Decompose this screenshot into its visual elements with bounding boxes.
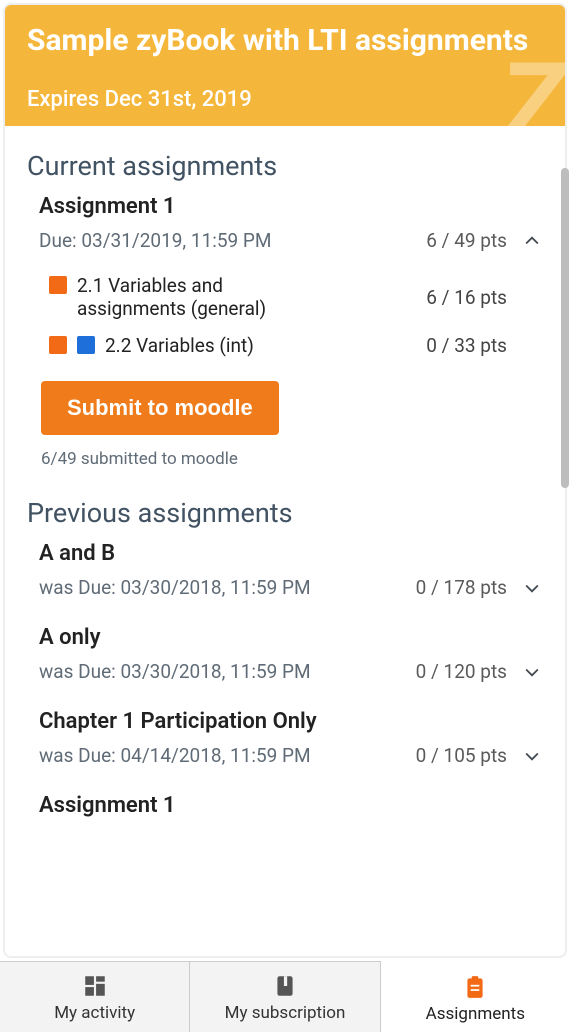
- assignment-item: Assignment 1 Due: 03/31/2019, 11:59 PM 6…: [27, 194, 543, 469]
- subsection-points: 6 / 16 pts: [426, 286, 507, 309]
- assignment-summary-row[interactable]: Due: 03/31/2019, 11:59 PM 6 / 49 pts: [39, 229, 543, 252]
- assignment-item: Chapter 1 Participation Only was Due: 04…: [27, 709, 543, 767]
- tab-label: My activity: [54, 1003, 135, 1023]
- submit-to-moodle-button[interactable]: Submit to moodle: [41, 381, 279, 435]
- subsection-points: 0 / 33 pts: [426, 334, 507, 357]
- course-title: Sample zyBook with LTI assignments: [27, 23, 543, 59]
- chevron-down-icon[interactable]: [521, 661, 543, 683]
- chevron-down-icon[interactable]: [521, 745, 543, 767]
- tab-label: My subscription: [225, 1003, 346, 1023]
- assignment-summary-row[interactable]: was Due: 03/30/2018, 11:59 PM 0 / 120 pt…: [39, 660, 543, 683]
- assignment-item: Assignment 1: [27, 793, 543, 818]
- assignment-summary-row[interactable]: was Due: 04/14/2018, 11:59 PM 0 / 105 pt…: [39, 744, 543, 767]
- assignment-title: Assignment 1: [39, 793, 543, 818]
- subsection-list: 2.1 Variables and assignments (general) …: [39, 274, 543, 357]
- assignment-title: Chapter 1 Participation Only: [39, 709, 543, 734]
- tab-label: Assignments: [426, 1004, 525, 1024]
- assignment-points: 0 / 120 pts: [416, 660, 507, 683]
- assignment-item: A and B was Due: 03/30/2018, 11:59 PM 0 …: [27, 541, 543, 599]
- scrollbar-thumb[interactable]: [561, 168, 567, 488]
- subsection-label: 2.2 Variables (int): [105, 334, 254, 357]
- assignment-due: Due: 03/31/2019, 11:59 PM: [39, 229, 272, 252]
- assignment-due: was Due: 03/30/2018, 11:59 PM: [39, 660, 311, 683]
- participation-tag-icon: [49, 336, 67, 354]
- submit-status: 6/49 submitted to moodle: [41, 449, 543, 469]
- previous-assignments-heading: Previous assignments: [27, 497, 543, 529]
- assignment-title: A and B: [39, 541, 543, 566]
- assignment-item: A only was Due: 03/30/2018, 11:59 PM 0 /…: [27, 625, 543, 683]
- subsection-label: 2.1 Variables and assignments (general): [77, 274, 317, 320]
- tab-assignments[interactable]: Assignments: [381, 961, 570, 1032]
- course-header: Sample zyBook with LTI assignments Expir…: [5, 5, 565, 126]
- brand-z-icon: Z: [503, 46, 565, 126]
- dashboard-icon: [82, 973, 108, 999]
- tab-my-subscription[interactable]: My subscription: [190, 962, 380, 1032]
- assignment-title: Assignment 1: [39, 194, 543, 219]
- assignment-points: 6 / 49 pts: [426, 229, 507, 252]
- subsection-item[interactable]: 2.1 Variables and assignments (general) …: [39, 274, 543, 320]
- assignment-summary-row[interactable]: was Due: 03/30/2018, 11:59 PM 0 / 178 pt…: [39, 576, 543, 599]
- assignment-points: 0 / 105 pts: [416, 744, 507, 767]
- assignment-due: was Due: 04/14/2018, 11:59 PM: [39, 744, 311, 767]
- course-expiry: Expires Dec 31st, 2019: [27, 87, 543, 112]
- assignments-scroll[interactable]: Current assignments Assignment 1 Due: 03…: [5, 126, 565, 956]
- chevron-up-icon[interactable]: [521, 230, 543, 252]
- bottom-tab-bar: My activity My subscription Assignments: [0, 961, 570, 1032]
- assignment-due: was Due: 03/30/2018, 11:59 PM: [39, 576, 311, 599]
- assignment-title: A only: [39, 625, 543, 650]
- participation-tag-icon: [49, 276, 67, 294]
- chevron-down-icon[interactable]: [521, 577, 543, 599]
- clipboard-icon: [462, 974, 488, 1000]
- tab-my-activity[interactable]: My activity: [0, 962, 190, 1032]
- subsection-item[interactable]: 2.2 Variables (int) 0 / 33 pts: [39, 334, 543, 357]
- challenge-tag-icon: [77, 336, 95, 354]
- bookmark-icon: [272, 973, 298, 999]
- assignment-points: 0 / 178 pts: [416, 576, 507, 599]
- current-assignments-heading: Current assignments: [27, 150, 543, 182]
